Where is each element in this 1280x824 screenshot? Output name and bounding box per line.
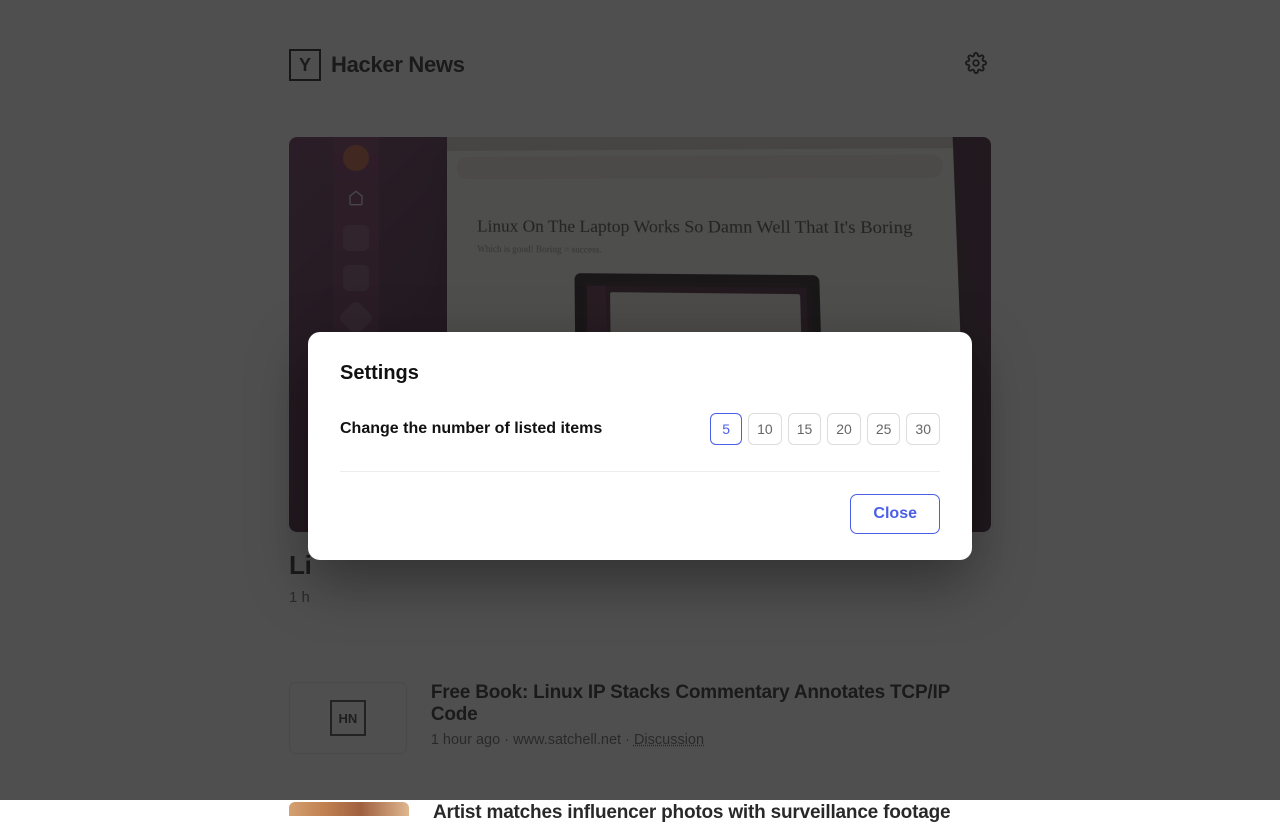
list-item[interactable]: Artist matches influencer photos with su…	[289, 802, 991, 824]
modal-overlay[interactable]: Settings Change the number of listed ite…	[0, 0, 1280, 800]
modal-footer: Close	[340, 494, 940, 534]
items-option-25[interactable]: 25	[867, 413, 901, 445]
items-option-5[interactable]: 5	[710, 413, 742, 445]
close-button[interactable]: Close	[850, 494, 940, 534]
items-option-30[interactable]: 30	[906, 413, 940, 445]
modal-title: Settings	[340, 362, 940, 385]
items-option-15[interactable]: 15	[788, 413, 822, 445]
settings-modal: Settings Change the number of listed ite…	[308, 332, 972, 560]
items-option-10[interactable]: 10	[748, 413, 782, 445]
items-count-group: 5 10 15 20 25 30	[710, 413, 940, 445]
setting-label: Change the number of listed items	[340, 420, 602, 438]
items-option-20[interactable]: 20	[827, 413, 861, 445]
post-title: Artist matches influencer photos with su…	[433, 802, 950, 824]
post-thumbnail	[289, 802, 409, 816]
setting-row: Change the number of listed items 5 10 1…	[340, 413, 940, 472]
